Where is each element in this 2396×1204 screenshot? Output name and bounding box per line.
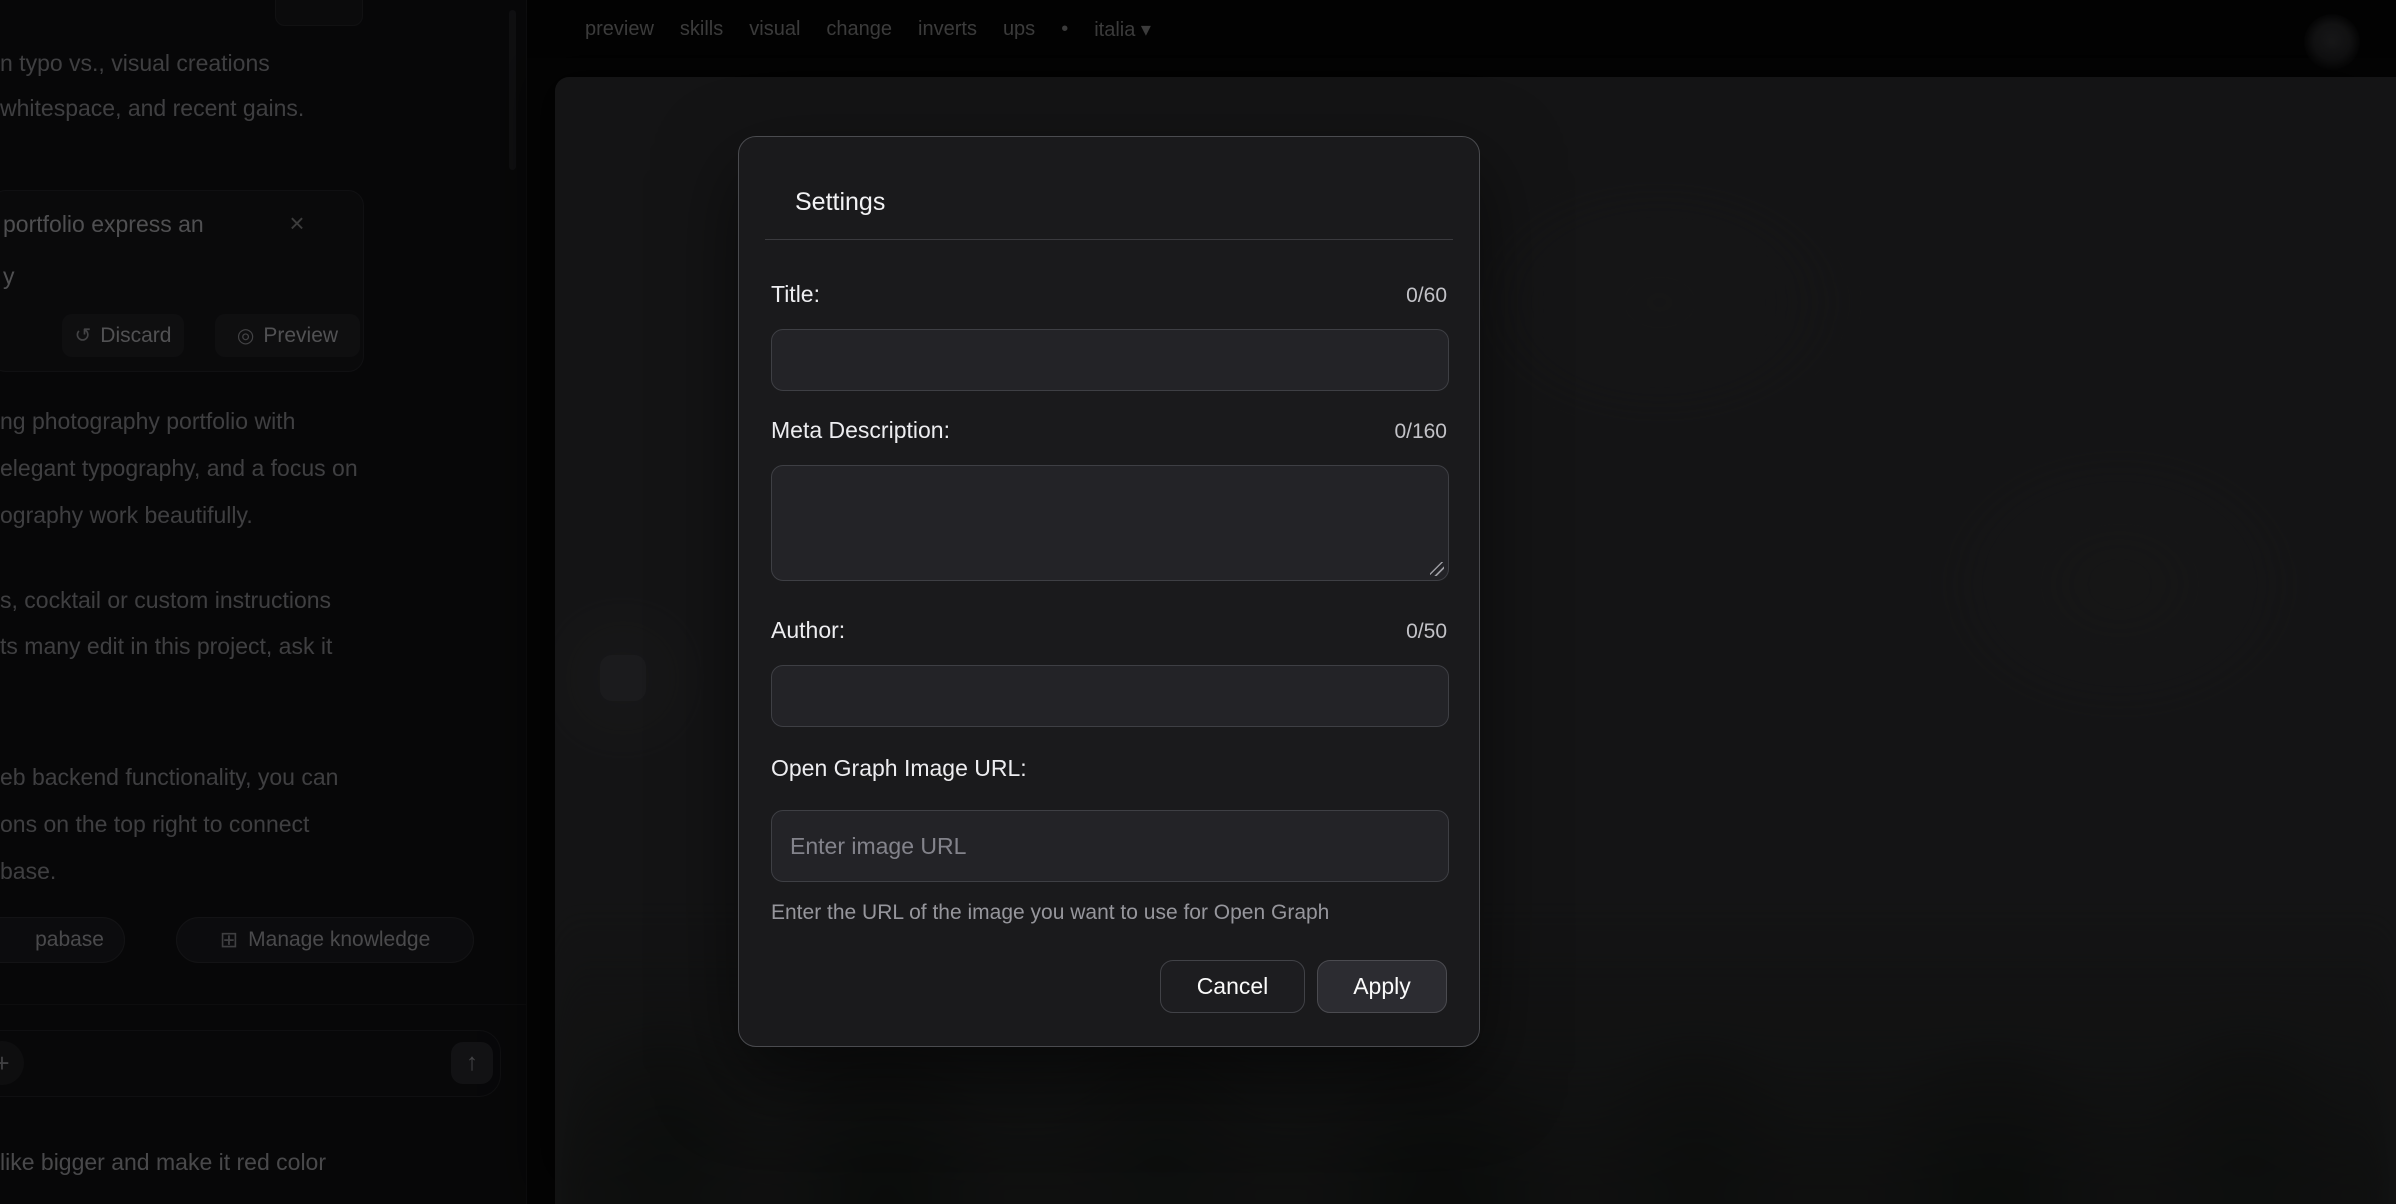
apply-button[interactable]: Apply — [1317, 960, 1447, 1013]
og-helper-text: Enter the URL of the image you want to u… — [771, 900, 1447, 925]
author-counter: 0/50 — [1406, 618, 1447, 646]
title-label: Title: — [771, 280, 820, 308]
title-input[interactable] — [771, 329, 1449, 391]
meta-description-textarea[interactable] — [771, 465, 1449, 581]
meta-description-label: Meta Description: — [771, 416, 950, 444]
og-field-row: Open Graph Image URL: — [771, 754, 1447, 782]
divider — [765, 239, 1453, 240]
author-field-row: Author: 0/50 — [771, 616, 1447, 646]
dialog-title: Settings — [795, 187, 1447, 217]
og-image-url-label: Open Graph Image URL: — [771, 754, 1027, 782]
title-counter: 0/60 — [1406, 282, 1447, 310]
author-label: Author: — [771, 616, 845, 644]
meta-description-counter: 0/160 — [1394, 418, 1447, 446]
meta-field-row: Meta Description: 0/160 — [771, 416, 1447, 446]
dialog-button-row: Cancel Apply — [771, 960, 1447, 1013]
settings-dialog: Settings Title: 0/60 Meta Description: 0… — [738, 136, 1480, 1047]
resize-grip-icon[interactable] — [1430, 562, 1444, 576]
author-input[interactable] — [771, 665, 1449, 727]
cancel-button[interactable]: Cancel — [1160, 960, 1305, 1013]
title-field-row: Title: 0/60 — [771, 280, 1447, 310]
og-image-url-input[interactable] — [771, 810, 1449, 882]
